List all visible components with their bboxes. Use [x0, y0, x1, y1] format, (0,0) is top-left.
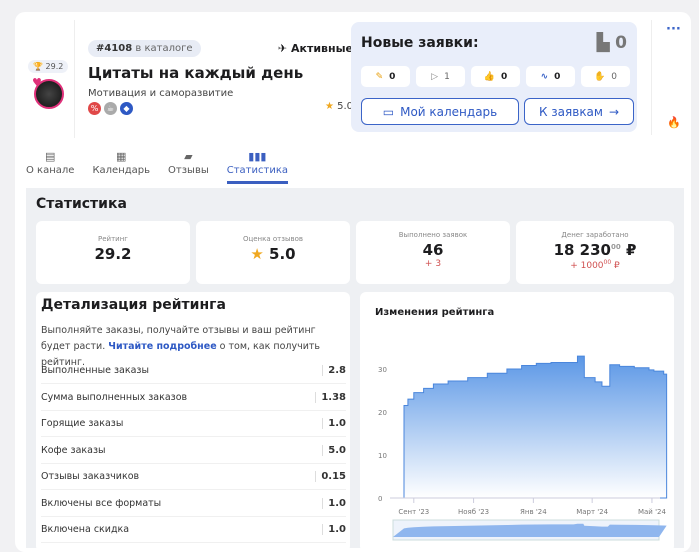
tabs: ▤ О канале ▦ Календарь ▰ Отзывы ▮▮▮ Статисти…	[26, 150, 288, 184]
chip-approved[interactable]: 👍 0	[471, 66, 520, 87]
clipboard-icon: ▤	[45, 150, 56, 163]
fire-icon[interactable]: 🔥	[667, 116, 681, 129]
rating-row: Выполненные заказы 2.8	[41, 358, 346, 384]
rating-row: Сумма выполненных заказов 1.38	[41, 385, 346, 411]
rating-area	[403, 355, 668, 499]
more-icon[interactable]: ···	[666, 22, 681, 37]
tab-reviews[interactable]: ▰ Отзывы	[168, 150, 209, 184]
row-label: Включены все форматы	[41, 497, 162, 509]
calendar-icon: ▦	[116, 150, 127, 163]
y-tick-label: 20	[378, 409, 387, 417]
chip-rejected[interactable]: ✋ 0	[581, 66, 630, 87]
rating-card: Рейтинг 29.2	[36, 221, 190, 284]
row-value: 1.0	[322, 497, 346, 509]
channel-rating: ★ 5.0	[324, 101, 353, 112]
row-label: Горящие заказы	[41, 418, 124, 429]
row-value: 5.0	[322, 444, 346, 456]
channel-header: 🏆 29.2 ♥ #4108 в каталоге ✈ Активные Цит…	[22, 20, 355, 138]
x-tick-label: Май '24	[638, 508, 666, 516]
reviews-score-card: Оценка отзывов ★ 5.0	[196, 221, 350, 284]
earned-card: Денег заработано 18 23000 ₽ + 100000 ₽	[516, 221, 674, 284]
row-label: Отзывы заказчиков	[41, 471, 140, 482]
play-icon: ▷	[431, 71, 439, 82]
star-icon: ★	[250, 245, 264, 263]
y-tick-label: 0	[378, 495, 382, 503]
statistics-section: Статистика Рейтинг 29.2 Оценка отзывов ★ 5…	[26, 188, 684, 552]
discount-icon: %	[88, 102, 101, 115]
rating-row: Кофе заказы 5.0	[41, 438, 346, 464]
tab-calendar[interactable]: ▦ Календарь	[92, 150, 150, 184]
y-tick-label: 30	[378, 366, 387, 374]
star-icon: ★	[324, 101, 334, 112]
new-requests-panel: Новые заявки: ▙ 0 ✎ 0 ▷ 1 👍 0 ∿ 0 ✋ 0 ▭ Мой ка…	[351, 22, 637, 132]
row-value: 1.38	[315, 391, 346, 403]
requests-title: Новые заявки:	[361, 35, 479, 51]
statistics-title: Статистика	[36, 196, 127, 212]
row-value: 0.15	[315, 471, 346, 482]
rating-details: Детализация рейтинга Выполняйте заказы, …	[36, 292, 350, 552]
arrow-right-icon: →	[608, 104, 620, 119]
chip-pending[interactable]: ✎ 0	[361, 66, 410, 87]
x-tick-label: Янв '24	[520, 508, 547, 516]
row-value: 1.0	[322, 524, 346, 535]
rating-row: Включены все форматы 1.0	[41, 491, 346, 517]
rank-badge: 🏆 29.2	[28, 60, 69, 73]
requests-count: ▙ 0	[596, 33, 627, 53]
shield-icon: ◆	[120, 102, 133, 115]
chart-svg: 0 10 20 30 Сент '23 Нояб '23 Янв '24 Март '24 Ма…	[378, 355, 668, 541]
status-label: ✈ Активные	[277, 42, 353, 55]
signature-icon: ∿	[540, 71, 549, 82]
bar-chart-icon: ▮▮▮	[248, 150, 267, 163]
tab-statistics[interactable]: ▮▮▮ Статистика	[226, 150, 288, 184]
row-value: 1.0	[322, 418, 346, 429]
hand-icon: ✋	[594, 71, 606, 82]
catalog-badge: #4108 в каталоге	[88, 40, 201, 57]
tab-about[interactable]: ▤ О канале	[26, 150, 74, 184]
pen-icon: ✎	[375, 71, 384, 82]
row-label: Кофе заказы	[41, 444, 106, 456]
completed-card: Выполнено заявок 46 + 3	[356, 221, 510, 284]
rating-row: Отзывы заказчиков 0.15	[41, 464, 346, 490]
x-tick-label: Март '24	[576, 508, 608, 516]
my-calendar-button[interactable]: ▭ Мой календарь	[361, 98, 519, 125]
channel-title[interactable]: Цитаты на каждый день	[88, 64, 303, 82]
x-tick-label: Сент '23	[398, 508, 429, 516]
row-label: Сумма выполненных заказов	[41, 391, 188, 403]
heart-icon: ♥	[32, 76, 42, 89]
row-label: Выполненные заказы	[41, 365, 149, 376]
thumb-icon: 👍	[483, 71, 495, 82]
rating-row: Включена скидка 1.0	[41, 517, 346, 543]
read-more-link[interactable]: Читайте подробнее	[108, 341, 216, 352]
to-requests-button[interactable]: К заявкам →	[524, 98, 634, 125]
calendar-icon: ▭	[382, 104, 395, 119]
x-tick-label: Нояб '23	[458, 508, 489, 516]
chip-playing[interactable]: ▷ 1	[416, 66, 465, 87]
row-value: 2.8	[322, 365, 346, 376]
chip-signed[interactable]: ∿ 0	[526, 66, 575, 87]
rating-chart: Изменения рейтинга 0 10 20 30 Сент '23 Нояб '…	[360, 292, 674, 552]
details-title: Детализация рейтинга	[41, 297, 226, 313]
y-tick-label: 10	[378, 452, 387, 460]
coffee-icon: ☕	[104, 102, 117, 115]
row-label: Включена скидка	[41, 524, 130, 535]
rating-row: Горящие заказы 1.0	[41, 411, 346, 437]
comment-icon: ▰	[184, 150, 193, 163]
channel-category: Мотивация и саморазвитие	[88, 88, 234, 99]
